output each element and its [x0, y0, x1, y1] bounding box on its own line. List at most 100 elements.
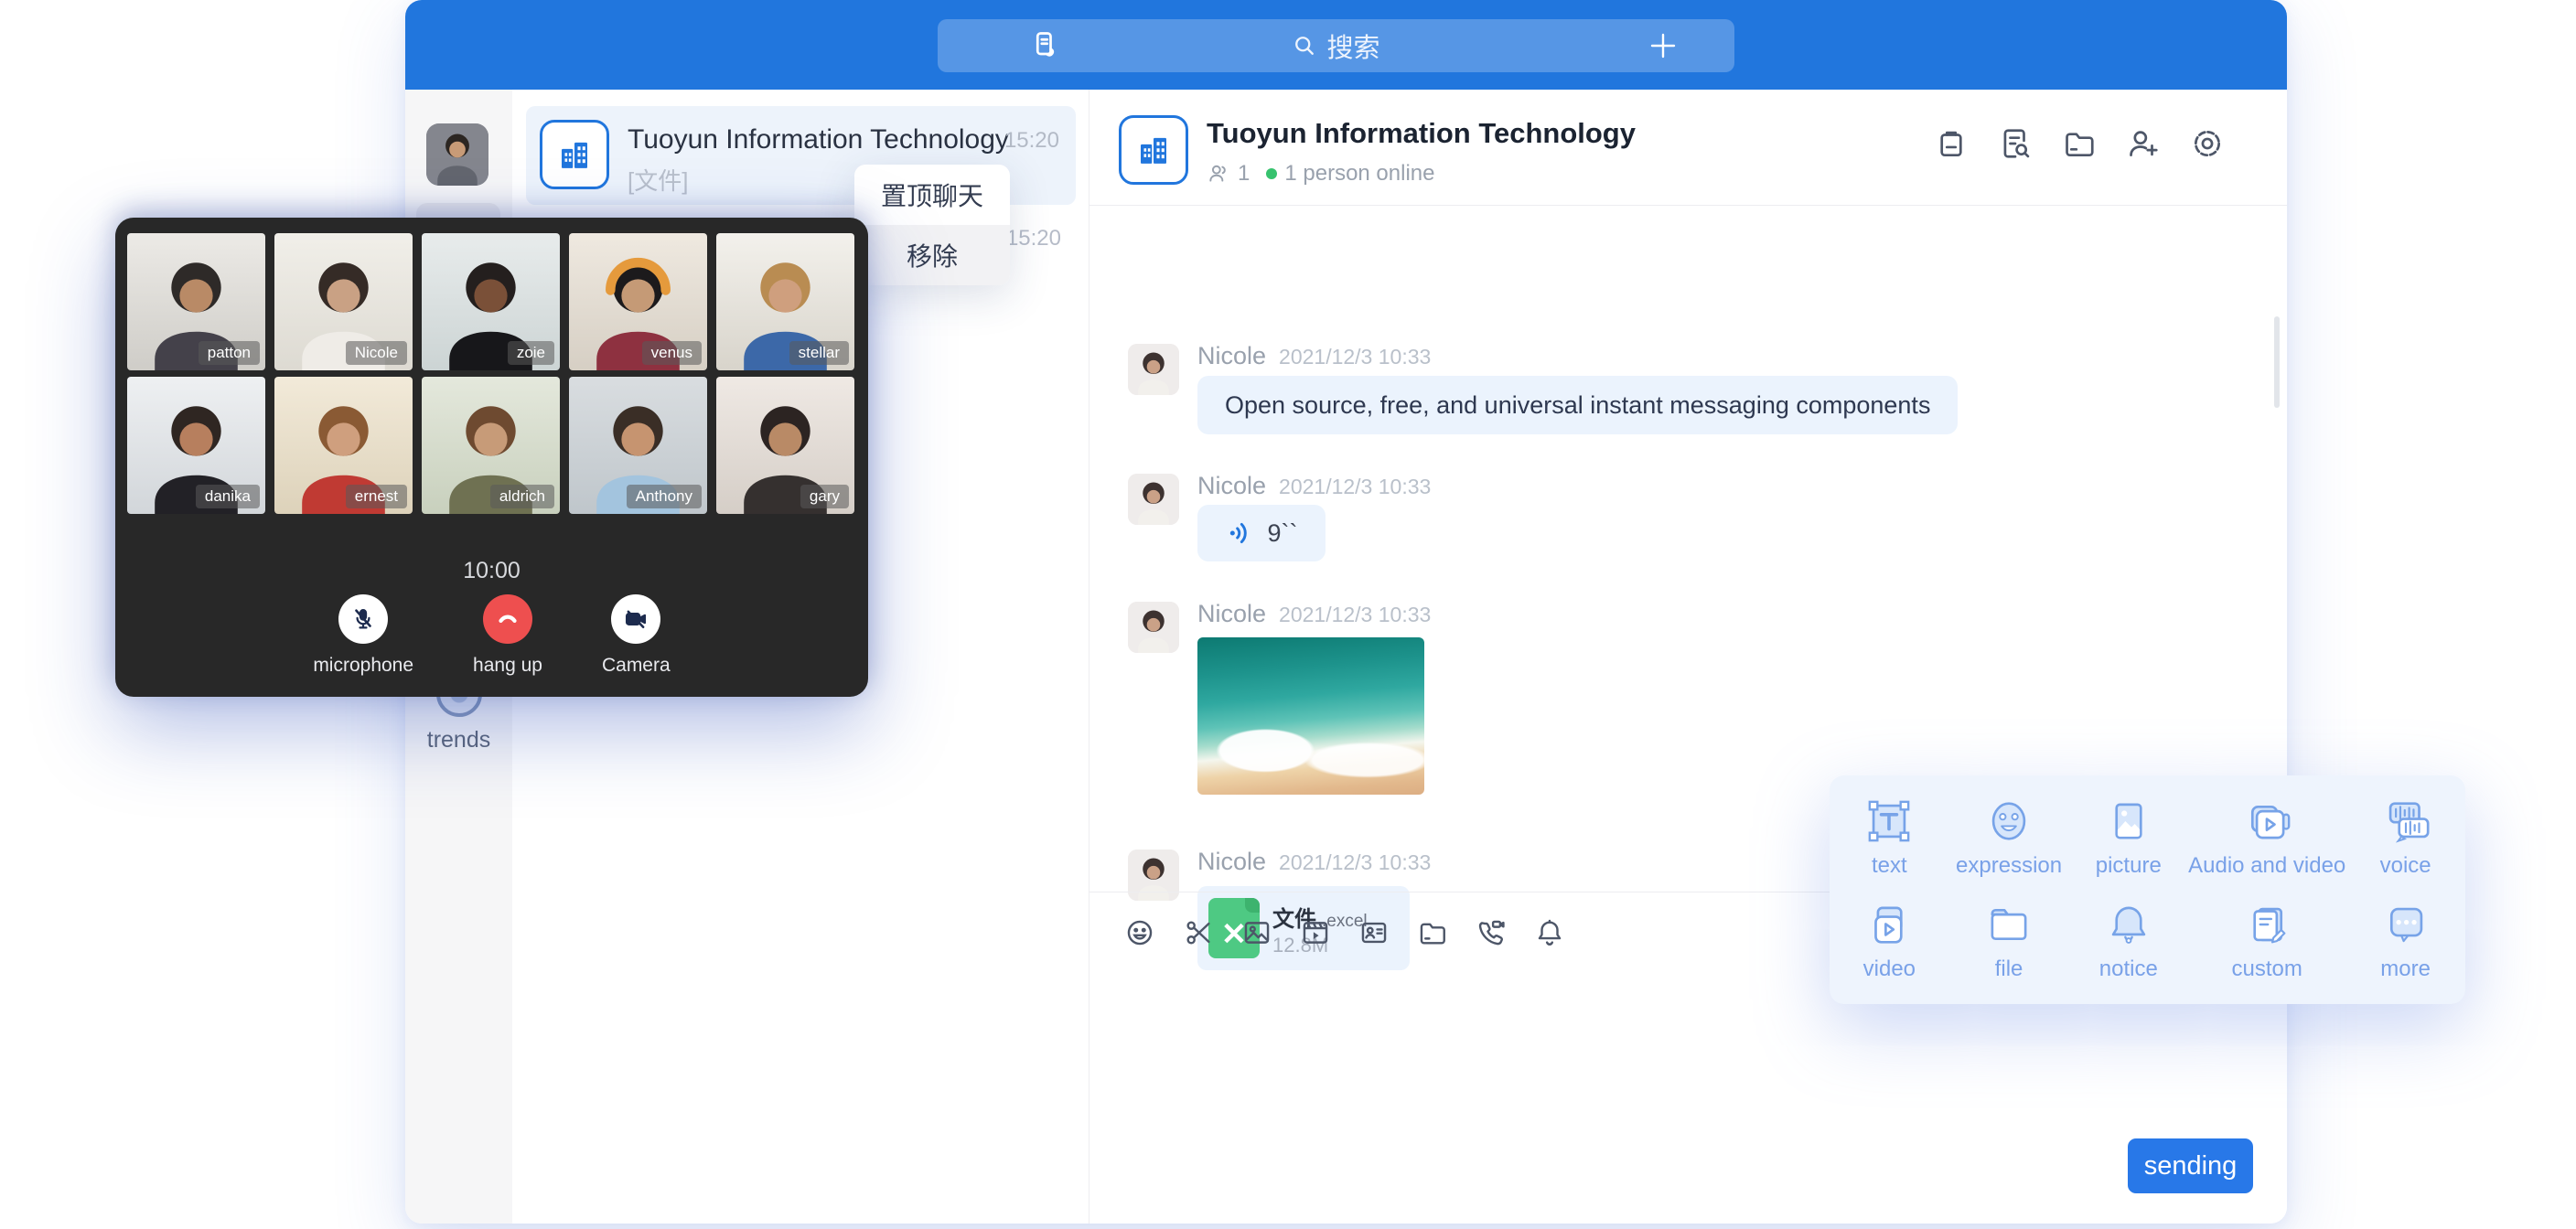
trends-label: trends: [405, 727, 512, 753]
sender-avatar[interactable]: [1128, 850, 1179, 901]
participant-name: danika: [196, 485, 260, 508]
camera-label: Camera: [602, 655, 671, 677]
group-avatar: [1119, 115, 1188, 185]
feature-label: file: [1995, 956, 2023, 982]
feature-more[interactable]: more: [2345, 888, 2465, 991]
camera-off-icon: [611, 594, 660, 644]
participant-tile[interactable]: gary: [716, 377, 854, 514]
feature-label: text: [1872, 853, 1907, 879]
feature-video[interactable]: video: [1830, 888, 1949, 991]
feature-label: more: [2380, 956, 2431, 982]
picture-icon[interactable]: [1241, 917, 1272, 948]
participant-name: Nicole: [346, 341, 407, 365]
feature-label: notice: [2099, 956, 2158, 982]
hang-up-button[interactable]: hang up: [473, 594, 542, 677]
call-timer: 10:00: [115, 558, 868, 584]
participant-tile[interactable]: ernest: [274, 377, 413, 514]
message-time: 2021/12/3 10:33: [1279, 850, 1431, 874]
file-feature-icon: [1982, 898, 2035, 951]
hang-up-label: hang up: [473, 655, 542, 677]
current-user-avatar[interactable]: [426, 123, 488, 186]
building-icon: [1134, 131, 1173, 169]
participant-tile[interactable]: venus: [569, 233, 707, 370]
feature-text[interactable]: text: [1830, 785, 1949, 888]
participant-tile[interactable]: stellar: [716, 233, 854, 370]
camera-button[interactable]: Camera: [602, 594, 671, 677]
notice-icon: [2102, 898, 2155, 951]
participant-name: gary: [800, 485, 849, 508]
voice-feature-icon: [2379, 795, 2432, 848]
message-time: 2021/12/3 10:33: [1279, 345, 1431, 369]
search-history-icon[interactable]: [1998, 126, 2033, 161]
feature-voice[interactable]: voice: [2345, 785, 2465, 888]
feature-audio-video[interactable]: Audio and video: [2188, 785, 2345, 888]
conversation-title: Tuoyun Information Technology: [628, 124, 1009, 155]
participant-tile[interactable]: Anthony: [569, 377, 707, 514]
video-call-icon[interactable]: [1476, 917, 1507, 948]
add-icon[interactable]: [1645, 27, 1681, 64]
participant-tile[interactable]: patton: [127, 233, 265, 370]
search-field[interactable]: 搜索: [938, 19, 1734, 72]
sender-avatar[interactable]: [1128, 344, 1179, 395]
send-button[interactable]: sending: [2128, 1138, 2253, 1193]
feature-custom[interactable]: custom: [2188, 888, 2345, 991]
search-placeholder: 搜索: [1326, 27, 1379, 65]
add-member-icon[interactable]: [2126, 126, 2161, 161]
feature-panel: text expression picture: [1830, 775, 2465, 1004]
expression-icon: [1982, 795, 2035, 848]
contact-card-icon[interactable]: [1358, 917, 1390, 948]
more-icon: [2379, 898, 2432, 951]
feature-label: voice: [2380, 853, 2431, 879]
avatar-placeholder: [1128, 850, 1179, 901]
participant-name: zoie: [508, 341, 554, 365]
message-time: 2021/12/3 10:33: [1279, 475, 1431, 498]
voice-duration: 9``: [1268, 519, 1298, 548]
menu-item-pin-chat[interactable]: 置顶聊天: [854, 165, 1010, 225]
feature-picture[interactable]: picture: [2068, 785, 2188, 888]
voice-message-bubble[interactable]: 9``: [1197, 505, 1326, 561]
search-icon: [1292, 33, 1317, 59]
avatar-placeholder: [1128, 344, 1179, 395]
feature-file[interactable]: file: [1949, 888, 2069, 991]
scrollbar-thumb[interactable]: [2274, 316, 2280, 408]
chat-title: Tuoyun Information Technology: [1207, 117, 1636, 150]
sender-avatar[interactable]: [1128, 602, 1179, 653]
screenshot-icon[interactable]: [1183, 917, 1214, 948]
feature-label: custom: [2232, 956, 2302, 982]
sender-avatar[interactable]: [1128, 474, 1179, 525]
feature-expression[interactable]: expression: [1949, 785, 2069, 888]
picture-feature-icon: [2102, 795, 2155, 848]
image-message[interactable]: [1197, 637, 1424, 795]
text-icon: [1862, 795, 1916, 848]
emoji-icon[interactable]: [1124, 917, 1155, 948]
settings-icon[interactable]: [2190, 126, 2225, 161]
app-header: 搜索: [405, 0, 2287, 90]
feature-label: picture: [2096, 853, 2162, 879]
message-sender-row: Nicole2021/12/3 10:33: [1197, 342, 1431, 370]
search-bar[interactable]: 搜索: [938, 19, 1734, 72]
feature-notice[interactable]: notice: [2068, 888, 2188, 991]
group-call-overlay: patton Nicole zoie venus stellar danika: [115, 218, 868, 697]
video-feature-icon: [1862, 898, 1916, 951]
participant-tile[interactable]: danika: [127, 377, 265, 514]
text-message-bubble[interactable]: Open source, free, and universal instant…: [1197, 376, 1958, 434]
voice-wave-icon: [1226, 518, 1255, 548]
feature-label: video: [1863, 956, 1916, 982]
avatar-placeholder: [1128, 474, 1179, 525]
conversation-last-message: [文件]: [628, 163, 688, 197]
participant-name: ernest: [346, 485, 407, 508]
participant-tile[interactable]: Nicole: [274, 233, 413, 370]
online-status: 1 person online: [1284, 161, 1434, 187]
menu-item-remove[interactable]: 移除: [854, 225, 1010, 285]
chat-header-actions: [1934, 126, 2225, 161]
online-dot: [1266, 168, 1277, 179]
microphone-button[interactable]: microphone: [313, 594, 413, 677]
group-call-icon[interactable]: [1934, 126, 1969, 161]
video-message-icon[interactable]: [1300, 917, 1331, 948]
file-upload-icon[interactable]: [1417, 917, 1448, 948]
avatar-placeholder: [426, 123, 488, 186]
file-manager-icon[interactable]: [2062, 126, 2097, 161]
participant-tile[interactable]: zoie: [422, 233, 560, 370]
participant-tile[interactable]: aldrich: [422, 377, 560, 514]
notification-icon[interactable]: [1534, 917, 1565, 948]
